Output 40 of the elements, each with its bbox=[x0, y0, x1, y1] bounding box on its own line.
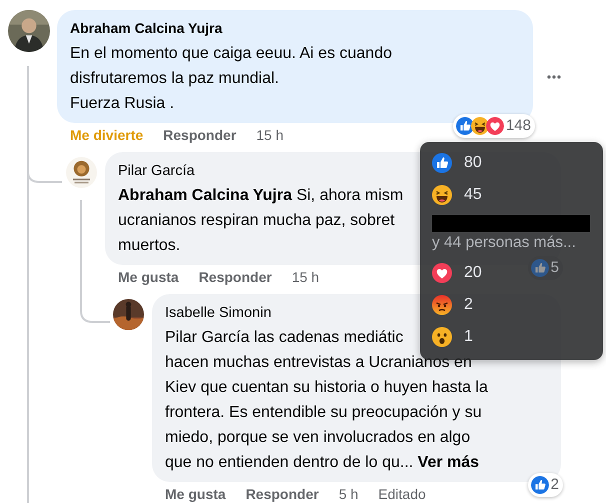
reaction-count: 2 bbox=[464, 295, 473, 315]
comment-text: frontera. Es entendible su preocupación y su bbox=[165, 403, 482, 423]
comment-text: que no entienden dentro de lo qu... Ver más bbox=[165, 453, 480, 473]
reaction-count: 45 bbox=[464, 185, 482, 205]
timestamp[interactable]: 15 h bbox=[292, 267, 320, 287]
laughing-face-icon bbox=[432, 185, 452, 205]
edited-label: Editado bbox=[378, 485, 426, 503]
comment-text: ucranianos respiran mucha paz, sobret bbox=[118, 211, 395, 231]
thumbs-up-icon bbox=[530, 476, 549, 494]
laughing-face-icon bbox=[470, 117, 489, 135]
author-name[interactable]: Pilar García bbox=[118, 161, 195, 181]
author-name[interactable]: Abraham Calcina Yujra bbox=[70, 18, 222, 38]
reaction-summary[interactable]: 148 bbox=[452, 114, 535, 138]
timestamp[interactable]: 15 h bbox=[256, 125, 284, 145]
author-name[interactable]: Isabelle Simonin bbox=[165, 303, 272, 323]
reaction-summary[interactable]: 2 bbox=[528, 473, 563, 497]
react-link[interactable]: Me gusta bbox=[165, 484, 226, 503]
reaction-count: 1 bbox=[464, 327, 473, 347]
more-people-text: y 44 personas más... bbox=[432, 233, 576, 253]
reply-link[interactable]: Responder bbox=[246, 484, 319, 503]
comment-text: Abraham Calcina Yujra Si, ahora mism bbox=[118, 186, 404, 206]
surprised-face-icon bbox=[432, 327, 452, 347]
comment-text: muertos. bbox=[118, 236, 180, 256]
reply-link[interactable]: Responder bbox=[198, 267, 272, 287]
reply-link[interactable]: Responder bbox=[163, 125, 236, 145]
comment-text: En el momento que caiga eeuu. Ai es cuando bbox=[70, 44, 392, 64]
thumbs-up-icon bbox=[432, 153, 452, 173]
comment-text: Kiev que cuentan su historia o huyen hasta la bbox=[165, 378, 488, 398]
more-options-icon[interactable] bbox=[547, 74, 561, 79]
timestamp[interactable]: 5 h bbox=[338, 484, 358, 503]
react-link[interactable]: Me gusta bbox=[118, 267, 179, 287]
thumbs-up-icon bbox=[530, 259, 549, 277]
comment-text: miedo, porque se ven involucrados en algo bbox=[165, 428, 470, 448]
angry-face-icon bbox=[432, 295, 452, 315]
reaction-count: 20 bbox=[464, 263, 482, 283]
thumbs-up-icon bbox=[456, 117, 474, 135]
comment-text: Fuerza Rusia . bbox=[70, 94, 174, 114]
reaction-count: 80 bbox=[464, 153, 482, 173]
comment-text: disfrutaremos la paz mundial. bbox=[70, 69, 279, 89]
comment-text: Pilar García las cadenas mediátic bbox=[165, 328, 404, 348]
